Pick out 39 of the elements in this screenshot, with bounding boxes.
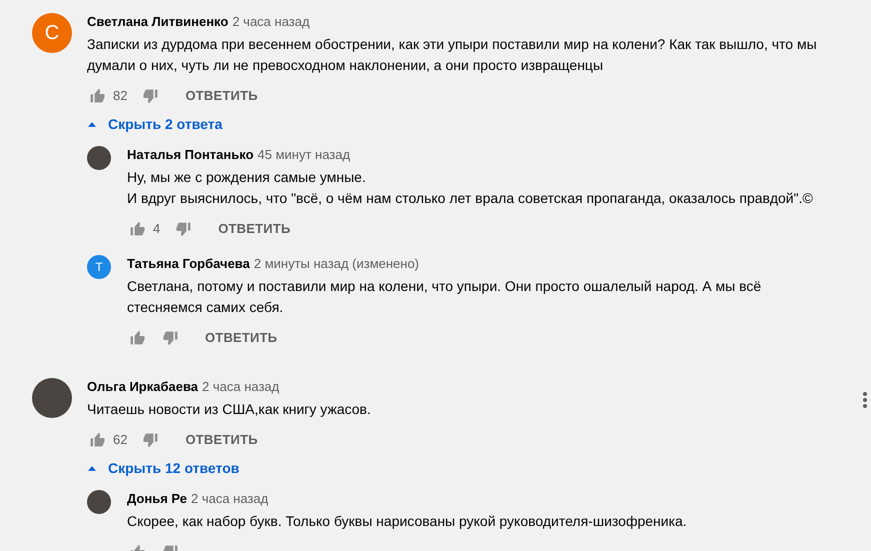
thumbs-up-icon[interactable] (89, 432, 105, 448)
thumbs-down-icon[interactable] (163, 330, 179, 346)
like-count: 82 (113, 87, 128, 106)
hide-replies-button[interactable]: Скрыть 12 ответов (87, 456, 240, 480)
thumbs-up-icon[interactable] (129, 221, 145, 237)
author-name[interactable]: Донья Ре (127, 489, 187, 509)
comment-time[interactable]: 45 минут назад (258, 145, 350, 165)
thumbs-down-icon[interactable] (143, 432, 160, 448)
reply-button[interactable]: ОТВЕТИТЬ (169, 424, 274, 456)
author-name[interactable]: Татьяна Горбачева (127, 254, 250, 274)
comment-time[interactable]: 2 минуты назад (изменено) (254, 254, 420, 274)
author-name[interactable]: Светлана Литвиненко (87, 12, 228, 32)
like-count: 62 (113, 431, 128, 450)
reply-button[interactable]: ОТВЕТИТЬ (202, 213, 307, 245)
comment-time[interactable]: 2 часа назад (190, 489, 268, 509)
comment-text: Светлана, потому и поставили мир на колени, что упыри. Они просто ошалелый народ. А мы всё стесняемся самих себя. (127, 277, 762, 317)
comment-text: Скорее, как набор букв. Только буквы нарисованы рукой руководителя-шизофреника. (127, 512, 688, 531)
comment-time[interactable]: 2 часа назад (232, 12, 310, 32)
comment-text: Ну, мы же с рождения самые умные. И вдруг выяснилось, что "всё, о чём нам столько лет врала советская пропаганда, оказалось правдой".© (127, 168, 814, 208)
thumbs-down-icon[interactable] (176, 221, 192, 237)
thumbs-down-icon[interactable] (143, 88, 160, 104)
reply-button[interactable]: ОТВЕТИТЬ (169, 80, 274, 112)
avatar: Т (87, 255, 111, 279)
comment-text: Записки из дурдома при весеннем обострении, как эти упыри поставили мир на колени? Как так вышло, что мы думали о них, чуть ли не превосходном наклонении, а они просто извращенцы (87, 35, 818, 75)
comment-time[interactable]: 2 часа назад (202, 377, 280, 397)
avatar-photo-placeholder (87, 490, 111, 514)
comment-text: Читаешь новости из США,как книгу ужасов. (87, 400, 372, 419)
thumbs-up-icon[interactable] (129, 330, 145, 346)
caret-up-icon (88, 466, 96, 470)
hide-replies-button[interactable]: Скрыть 2 ответа (87, 112, 222, 136)
author-name[interactable]: Ольга Иркабаева (87, 377, 198, 397)
thumbs-up-icon[interactable] (89, 88, 105, 104)
author-name[interactable]: Наталья Понтанько (127, 145, 254, 165)
reply-button[interactable]: ОТВЕТИТЬ (189, 322, 294, 354)
like-count: 4 (153, 220, 160, 238)
caret-up-icon (88, 122, 96, 126)
avatar-photo-placeholder (87, 146, 111, 170)
avatar: С (32, 13, 72, 53)
avatar-photo-placeholder (32, 378, 72, 418)
